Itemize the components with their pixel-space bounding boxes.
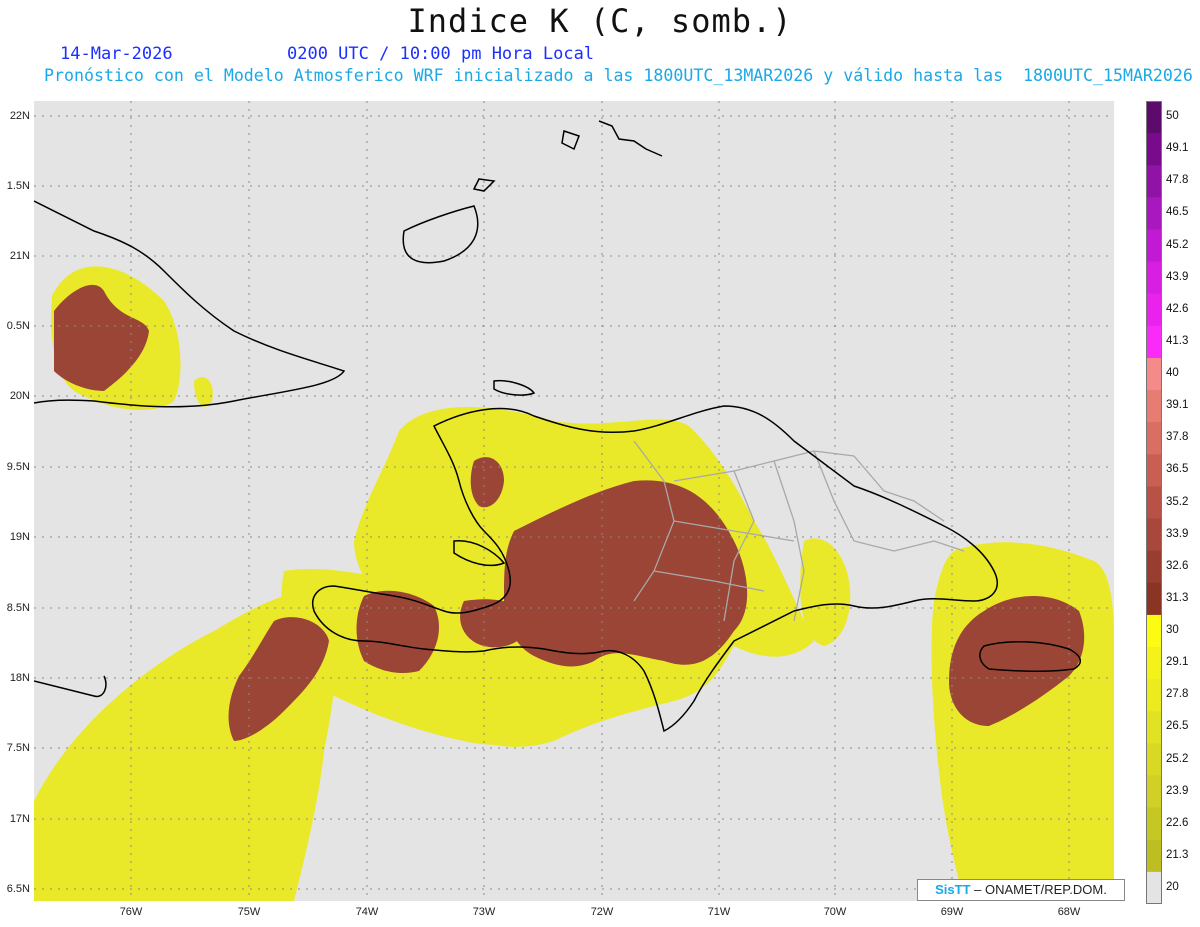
legend-swatch <box>1146 261 1162 295</box>
lon-label: 72W <box>590 906 614 918</box>
legend-label: 32.6 <box>1166 559 1189 572</box>
legend-swatch <box>1146 229 1162 263</box>
lon-label: 74W <box>355 906 379 918</box>
legend-label: 30 <box>1166 624 1179 636</box>
forecast-time: 0200 UTC / 10:00 pm Hora Local <box>287 44 595 64</box>
legend-swatch <box>1146 711 1162 744</box>
legend-label: 29.1 <box>1166 656 1189 669</box>
legend-label: 21.3 <box>1166 848 1189 861</box>
credit-box: SisTT – ONAMET/REP.DOM. <box>917 879 1125 901</box>
legend-label: 46.5 <box>1166 206 1189 219</box>
legend-swatch <box>1146 293 1162 327</box>
credit-text: – ONAMET/REP.DOM. <box>974 882 1107 897</box>
legend-swatch <box>1146 550 1162 584</box>
legend-swatch <box>1146 871 1162 904</box>
legend-swatch <box>1146 101 1162 134</box>
lat-label: 8.5N <box>6 602 30 614</box>
legend-label: 31.3 <box>1166 591 1189 604</box>
legend-swatch <box>1146 390 1162 423</box>
legend-label: 49.1 <box>1166 142 1189 155</box>
map-title: Indice K (C, somb.) <box>407 2 793 40</box>
legend-label: 47.8 <box>1166 174 1189 187</box>
legend-swatch <box>1146 647 1162 680</box>
lat-label: 1.5N <box>6 180 30 192</box>
model-description: Pronóstico con el Modelo Atmosferico WRF… <box>44 66 1193 85</box>
legend-swatch <box>1146 614 1162 648</box>
legend-label: 25.2 <box>1166 752 1189 765</box>
yellow-puerto-rico <box>931 542 1114 901</box>
legend-label: 40 <box>1166 367 1179 379</box>
legend-swatch <box>1146 582 1162 616</box>
brown-haiti-southwest <box>356 590 439 673</box>
legend-label: 26.5 <box>1166 720 1189 733</box>
forecast-date: 14-Mar-2026 <box>60 44 173 64</box>
lat-label: 19N <box>9 531 30 543</box>
legend-swatch <box>1146 775 1162 809</box>
legend-swatch <box>1146 518 1162 552</box>
lon-label: 75W <box>237 906 261 918</box>
legend-label: 33.9 <box>1166 527 1189 540</box>
lat-label: 9.5N <box>6 461 30 473</box>
legend-label: 42.6 <box>1166 302 1189 315</box>
legend-swatch <box>1146 422 1162 455</box>
legend-label: 39.1 <box>1166 399 1189 412</box>
legend-label: 43.9 <box>1166 270 1189 283</box>
legend-swatch <box>1146 743 1162 777</box>
legend-swatch <box>1146 454 1162 487</box>
color-legend <box>1146 101 1162 904</box>
k-index-map <box>34 101 1114 901</box>
lat-label: 6.5N <box>6 883 30 895</box>
legend-swatch <box>1146 807 1162 841</box>
legend-label: 22.6 <box>1166 816 1189 829</box>
legend-label: 50 <box>1166 110 1179 123</box>
lat-label: 21N <box>9 250 30 262</box>
lat-label: 17N <box>9 813 30 825</box>
legend-label: 41.3 <box>1166 334 1189 347</box>
legend-label: 20 <box>1166 880 1179 893</box>
legend-swatch <box>1146 679 1162 712</box>
legend-label: 23.9 <box>1166 784 1189 797</box>
legend-swatch <box>1146 486 1162 520</box>
lat-label: 7.5N <box>6 742 30 754</box>
legend-label: 45.2 <box>1166 238 1189 251</box>
lon-label: 73W <box>472 906 496 918</box>
lat-label: 18N <box>9 672 30 684</box>
legend-label: 36.5 <box>1166 463 1189 476</box>
legend-swatch <box>1146 197 1162 230</box>
legend-swatch <box>1146 325 1162 359</box>
lon-label: 69W <box>940 906 964 918</box>
lon-label: 76W <box>119 906 143 918</box>
legend-swatch <box>1146 133 1162 166</box>
credit-brand: SisTT <box>935 882 971 897</box>
lon-label: 71W <box>707 906 731 918</box>
lat-label: 22N <box>9 110 30 122</box>
legend-swatch <box>1146 165 1162 198</box>
lat-label: 0.5N <box>6 320 30 332</box>
lat-label: 20N <box>9 390 30 402</box>
legend-label: 37.8 <box>1166 431 1189 444</box>
legend-label: 35.2 <box>1166 495 1189 508</box>
lon-label: 70W <box>823 906 847 918</box>
legend-label: 27.8 <box>1166 688 1189 701</box>
lon-label: 68W <box>1057 906 1081 918</box>
legend-swatch <box>1146 357 1162 391</box>
legend-swatch <box>1146 839 1162 873</box>
